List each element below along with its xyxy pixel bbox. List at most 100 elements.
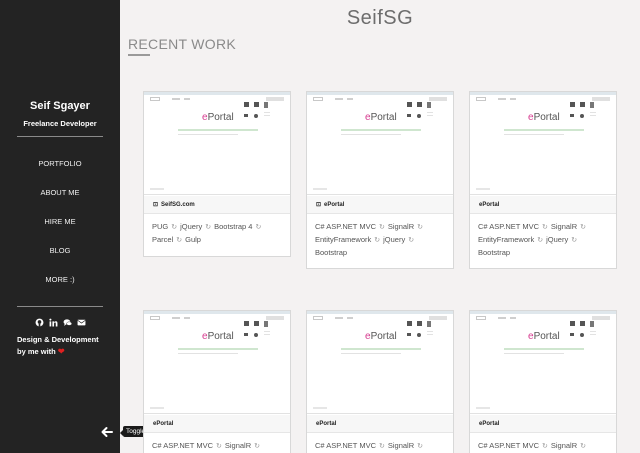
- refresh-icon: ↻: [171, 224, 178, 231]
- nav-about-me[interactable]: ABOUT ME: [0, 188, 120, 197]
- tags-line: EntityFramework ↻ jQuery ↻: [478, 234, 612, 247]
- eportal-logo: ePortal: [365, 112, 397, 123]
- tech-tag: PUG: [152, 222, 169, 231]
- eportal-logo: ePortal: [365, 331, 397, 342]
- project-title[interactable]: ePortal: [470, 415, 616, 433]
- refresh-icon: ↻: [374, 237, 381, 244]
- tech-tag: C# ASP.NET MVC: [478, 222, 539, 231]
- tech-tag: Gulp: [185, 235, 201, 244]
- tech-tag: C# ASP.NET MVC: [152, 441, 213, 450]
- refresh-icon: ↻: [417, 443, 424, 450]
- github-icon[interactable]: [35, 318, 44, 327]
- project-card[interactable]: ePortal ePortal C# ASP.NET MVC ↻ SignalR ↻: [143, 310, 291, 453]
- tags-line: C# ASP.NET MVC ↻ SignalR ↻: [315, 221, 449, 234]
- project-tags: C# ASP.NET MVC ↻ SignalR ↻ EntityFramework ↻ j…: [478, 221, 612, 259]
- tech-tag: SignalR: [387, 441, 415, 450]
- project-tags: C# ASP.NET MVC ↻ SignalR ↻: [478, 440, 612, 453]
- tech-tag: jQuery: [383, 235, 406, 244]
- tech-tag: SignalR: [387, 222, 415, 231]
- pin-icon: ⊡: [153, 202, 159, 208]
- eportal-logo: ePortal: [528, 112, 560, 123]
- site-title: SeifSG: [346, 7, 414, 29]
- credit-line: Design & Development: [17, 335, 99, 344]
- project-tags: C# ASP.NET MVC ↻ SignalR ↻ EntityFramework ↻ j…: [315, 221, 449, 259]
- tech-tag: EntityFramework: [315, 235, 372, 244]
- project-thumbnail[interactable]: ePortal: [470, 311, 616, 414]
- sidebar: Seif Sgayer Freelance Developer PORTFOLI…: [0, 0, 120, 453]
- divider: [17, 136, 103, 137]
- eportal-logo: ePortal: [202, 331, 234, 342]
- profile-role: Freelance Developer: [23, 119, 97, 128]
- linkedin-icon[interactable]: [48, 318, 58, 327]
- nav-portfolio[interactable]: PORTFOLIO: [0, 159, 120, 168]
- nav-hire-me[interactable]: HIRE ME: [0, 217, 120, 226]
- project-tags: C# ASP.NET MVC ↻ SignalR ↻: [152, 440, 286, 453]
- project-card[interactable]: ePortal ePortal C# ASP.NET MVC ↻ SignalR ↻: [306, 310, 454, 453]
- refresh-icon: ↻: [205, 224, 212, 231]
- project-tags: PUG ↻ jQuery ↻ Bootstrap 4 ↻ Parcel ↻ Gulp: [152, 221, 286, 247]
- credit-line: by me with ❤: [17, 346, 99, 358]
- project-title[interactable]: ⊡ ePortal: [307, 196, 453, 214]
- project-thumbnail[interactable]: ePortal: [470, 92, 616, 195]
- pin-icon: ⊡: [316, 202, 322, 208]
- refresh-icon: ↻: [408, 237, 415, 244]
- credit-by-me: by me with: [17, 347, 56, 356]
- tech-tag: C# ASP.NET MVC: [315, 222, 376, 231]
- tech-tag: jQuery: [180, 222, 203, 231]
- tech-tag: SignalR: [550, 441, 578, 450]
- project-card[interactable]: ePortal ⊡ ePortal C# ASP.NET MVC ↻ SignalR ↻ E…: [306, 91, 454, 269]
- tags-line: C# ASP.NET MVC ↻ SignalR ↻: [152, 440, 286, 453]
- refresh-icon: ↻: [254, 443, 261, 450]
- tech-tag: SignalR: [224, 441, 252, 450]
- refresh-icon: ↻: [379, 443, 385, 450]
- toggle-arrow-icon[interactable]: [100, 425, 114, 439]
- refresh-icon: ↻: [255, 224, 262, 231]
- refresh-icon: ↻: [417, 224, 424, 231]
- tech-tag: Bootstrap 4: [214, 222, 253, 231]
- section-title: RECENT WORK: [128, 36, 237, 52]
- project-title[interactable]: ePortal: [144, 415, 290, 433]
- refresh-icon: ↻: [542, 443, 548, 450]
- divider: [17, 306, 103, 307]
- refresh-icon: ↻: [580, 443, 587, 450]
- tech-tag: EntityFramework: [478, 235, 535, 244]
- tags-line: C# ASP.NET MVC ↻ SignalR ↻: [315, 440, 449, 453]
- section-underline: [128, 54, 150, 56]
- nav-more[interactable]: MORE :): [0, 275, 120, 284]
- eportal-logo: ePortal: [528, 331, 560, 342]
- refresh-icon: ↻: [571, 237, 578, 244]
- refresh-icon: ↻: [379, 224, 385, 231]
- refresh-icon: ↻: [580, 224, 587, 231]
- tech-tag: SignalR: [550, 222, 578, 231]
- tech-tag: Parcel: [152, 235, 174, 244]
- social-links: [0, 318, 120, 327]
- tags-line: PUG ↻ jQuery ↻ Bootstrap 4 ↻: [152, 221, 286, 234]
- project-title[interactable]: ePortal: [470, 196, 616, 214]
- tags-line: Parcel ↻ Gulp: [152, 234, 286, 247]
- tech-tag: C# ASP.NET MVC: [315, 441, 376, 450]
- email-icon[interactable]: [76, 318, 86, 327]
- tags-line: Bootstrap: [315, 247, 449, 259]
- project-card[interactable]: ePortal ePortal C# ASP.NET MVC ↻ SignalR ↻: [469, 310, 617, 453]
- nav-blog[interactable]: BLOG: [0, 246, 120, 255]
- project-title[interactable]: ⊡ SeifSG.com: [144, 196, 290, 214]
- project-tags: C# ASP.NET MVC ↻ SignalR ↻: [315, 440, 449, 453]
- refresh-icon: ↻: [542, 224, 548, 231]
- heart-icon: ❤: [57, 347, 65, 356]
- tech-tag: C# ASP.NET MVC: [478, 441, 539, 450]
- tags-line: Bootstrap: [478, 247, 612, 259]
- eportal-logo: ePortal: [202, 112, 234, 123]
- tags-line: C# ASP.NET MVC ↻ SignalR ↻: [478, 221, 612, 234]
- profile-name: Seif Sgayer: [30, 100, 90, 112]
- credit-text: Design & Development by me with ❤: [17, 334, 99, 358]
- project-title[interactable]: ePortal: [307, 415, 453, 433]
- project-thumbnail[interactable]: ePortal: [144, 92, 290, 195]
- tech-tag: Bootstrap: [478, 248, 511, 257]
- project-card[interactable]: ePortal ePortal C# ASP.NET MVC ↻ SignalR ↻ En…: [469, 91, 617, 269]
- project-thumbnail[interactable]: ePortal: [307, 311, 453, 414]
- project-card[interactable]: ePortal ⊡ SeifSG.com PUG ↻ jQuery ↻ Bootstrap …: [143, 91, 291, 257]
- chat-icon[interactable]: [63, 318, 72, 327]
- project-thumbnail[interactable]: ePortal: [144, 311, 290, 414]
- refresh-icon: ↻: [176, 237, 183, 244]
- project-thumbnail[interactable]: ePortal: [307, 92, 453, 195]
